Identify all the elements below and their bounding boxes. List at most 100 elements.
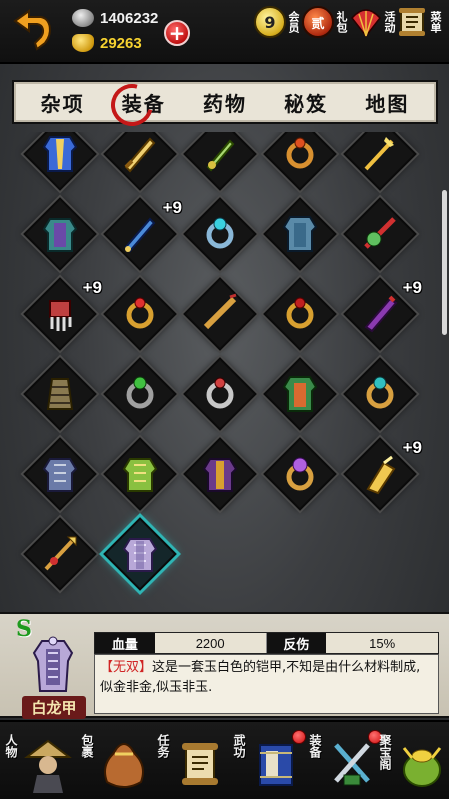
inventory-slot[interactable] (180, 274, 260, 354)
amber-ring-icon (280, 134, 320, 174)
grid-scrollbar[interactable] (442, 190, 447, 335)
inventory-slot[interactable]: +9 (340, 434, 422, 514)
stat-hp-value: 2200 (154, 633, 267, 653)
nav-equip-label: 装备 (308, 734, 322, 758)
back-button[interactable] (8, 6, 60, 58)
gift-label: 礼包 (335, 11, 348, 33)
top-bar: 1406232 29263 + 9 会员 贰 礼包 活动 菜单 (0, 0, 449, 64)
ruby-ring-icon (120, 294, 160, 334)
tab-misc[interactable]: 杂项 (28, 84, 98, 120)
silver-amount: 1406232 (100, 9, 159, 27)
inventory-slot[interactable] (180, 194, 260, 274)
claw-glove-icon (40, 294, 80, 334)
inventory-slot[interactable]: +9 (100, 194, 182, 274)
quest-scroll-icon (174, 734, 226, 794)
tab-equipment[interactable]: 装备 (109, 84, 179, 120)
enhance-level: +9 (402, 278, 422, 297)
inventory-slot[interactable] (340, 354, 420, 434)
cloth-bag-icon (98, 734, 150, 794)
vip-label: 会员 (287, 11, 300, 33)
inventory-slot[interactable] (20, 434, 100, 514)
inventory-slot[interactable] (20, 194, 100, 274)
inventory-slot[interactable] (100, 434, 180, 514)
nav-bag[interactable]: 包裹 (76, 728, 162, 796)
add-currency-button[interactable]: + (164, 20, 190, 46)
nav-character[interactable]: 人物 (0, 728, 86, 796)
gold-amount: 29263 (100, 34, 142, 52)
golden-flute-icon (200, 293, 240, 334)
grey-armor-icon (40, 454, 80, 494)
stats-row: 血量 2200 反伤 15% (94, 632, 439, 654)
treasure-pot-icon (396, 734, 448, 794)
purple-blade-icon (360, 294, 400, 334)
nav-quest[interactable]: 任务 (152, 728, 238, 796)
inventory-slot[interactable] (100, 354, 180, 434)
white-dragon-armor-icon (120, 534, 160, 574)
tab-medicine[interactable]: 药物 (190, 84, 260, 120)
inventory-slot[interactable] (100, 514, 180, 594)
inventory-slot[interactable] (100, 132, 180, 194)
category-tabs: 杂项 装备 药物 秘笈 地图 (12, 80, 438, 124)
inventory-slot[interactable] (260, 132, 340, 194)
inventory-slot[interactable] (20, 132, 100, 194)
silver-row: 1406232 (72, 9, 158, 27)
golden-spear-icon (40, 534, 80, 574)
scroll-menu-icon (396, 6, 428, 38)
back-arrow-icon (13, 9, 51, 51)
inventory-slot[interactable]: +9 (340, 274, 422, 354)
stat-reflect-label: 反伤 (266, 633, 327, 653)
inventory-slot[interactable] (260, 194, 340, 274)
inventory-slot[interactable] (340, 132, 420, 194)
nav-martial-label: 武功 (232, 734, 246, 758)
enhance-level: +9 (402, 438, 422, 457)
nav-martial-arts[interactable]: 武功 (228, 728, 314, 796)
inventory-slot[interactable] (20, 514, 100, 594)
gold-ingot-icon (72, 34, 94, 52)
golden-blade-icon (120, 134, 160, 174)
silver-ring-icon (200, 374, 240, 414)
inventory-slot[interactable] (180, 354, 260, 434)
jade-wand-icon (360, 214, 400, 254)
vip-button[interactable]: 9 会员 (254, 6, 300, 38)
inventory-slot[interactable] (260, 434, 340, 514)
inventory-slot[interactable] (100, 274, 180, 354)
golden-trident-icon (360, 134, 400, 174)
inventory-slot[interactable] (260, 354, 340, 434)
teal-armor-icon (40, 214, 80, 254)
inventory-slot[interactable] (260, 274, 340, 354)
straw-hat-hero-icon (22, 734, 74, 794)
jade-dagger-icon (200, 134, 240, 174)
sapphire-ring-icon (200, 214, 240, 254)
inventory-slot[interactable] (180, 434, 260, 514)
inventory-slot[interactable] (180, 132, 260, 194)
item-description: 【无双】这是一套玉白色的铠甲,不知是由什么材料制成,似金非金,似玉非玉. (94, 654, 439, 714)
events-label: 活动 (383, 11, 396, 33)
tab-map[interactable]: 地图 (352, 84, 422, 120)
nav-treasure-label: 聚宝阁 (378, 734, 392, 770)
green-armor-icon (120, 454, 160, 494)
rarity-tag: 【无双】 (100, 660, 153, 675)
nav-bag-label: 包裹 (80, 734, 94, 758)
blue-sword-icon (120, 214, 160, 254)
emerald-ring-icon (120, 374, 160, 414)
menu-button[interactable]: 菜单 (396, 6, 442, 38)
ruby-ring-2-icon (280, 294, 320, 334)
gold-row: 29263 (72, 34, 142, 52)
tab-manuals[interactable]: 秘笈 (271, 84, 341, 120)
martial-book-icon (250, 734, 302, 794)
events-button[interactable]: 活动 (350, 6, 396, 38)
vip-icon: 9 (254, 6, 286, 38)
gift-button[interactable]: 贰 礼包 (302, 6, 348, 38)
bottom-nav: 人物 包裹 任务 武功 装备 聚宝阁 (0, 720, 449, 799)
inventory-slot[interactable] (20, 354, 100, 434)
armor-preview-icon (28, 634, 78, 696)
inventory-slot[interactable] (340, 194, 420, 274)
nav-treasure[interactable]: 聚宝阁 (374, 728, 449, 796)
silver-coin-icon (72, 9, 94, 27)
turquoise-ring-icon (360, 374, 400, 414)
inventory-grid: +9 +9 +9 +9 (10, 132, 439, 607)
inventory-slot[interactable]: +9 (20, 274, 102, 354)
blue-robe-2-icon (280, 214, 320, 254)
bracer-icon (40, 374, 80, 414)
green-robe-icon (280, 374, 320, 414)
